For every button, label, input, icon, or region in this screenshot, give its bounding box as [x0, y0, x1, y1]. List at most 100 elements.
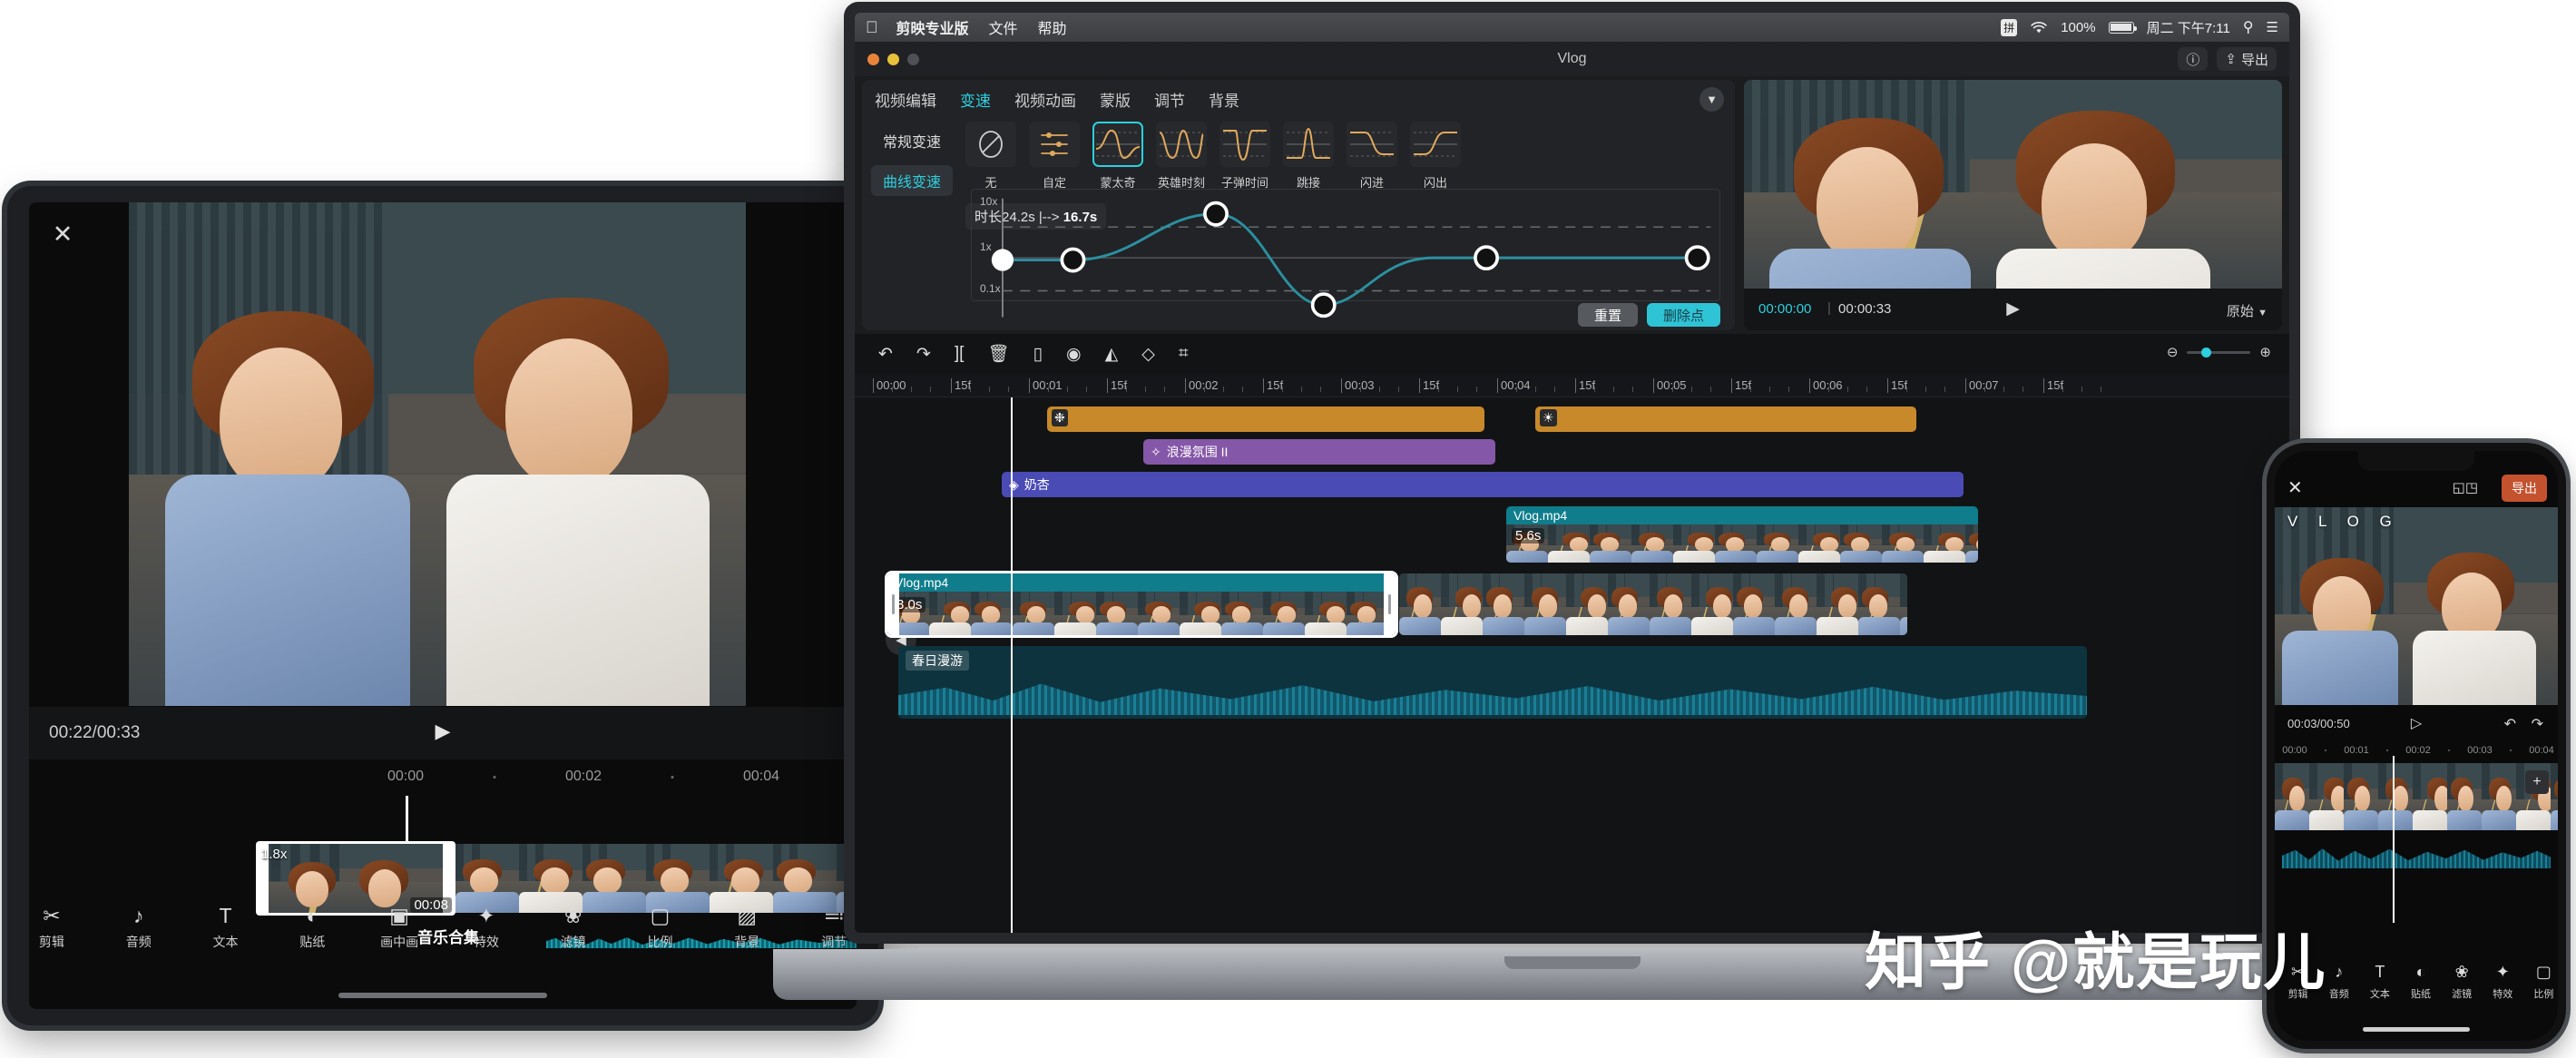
timeline-ruler[interactable]: 00:00 15f 00:01 15f 00:02 15f 00:03 15f 00:04 15f… [855, 374, 2289, 397]
panel-tab-1[interactable]: 变速 [960, 88, 991, 111]
ipad-tool-music-note[interactable]: ♪ 音频 [116, 902, 162, 978]
reset-button[interactable]: 重置 [1577, 303, 1638, 327]
ipad-timeline[interactable]: 00:0000:0200:0400:06 1.8x 00:08 [29, 759, 857, 948]
filter-clip[interactable]: ◈ 奶杏 [1002, 472, 1964, 497]
panel-tab-3[interactable]: 蒙版 [1100, 88, 1131, 111]
speed-mode-1[interactable]: 曲线变速 [871, 165, 953, 196]
speed-preset-4[interactable]: 子弹时间 [1219, 122, 1270, 191]
ipad-tool-text[interactable]: T 文本 [203, 902, 249, 978]
timeline-tracks[interactable]: ◀ ❉ ☀ ✧ 浪漫氛围 II ◈ 奶杏 Vlog.mp4 5.6s Vlog.… [855, 397, 2289, 933]
ipad-tool-ratio[interactable]: ▢ 比例 [638, 902, 683, 978]
speed-preset-0[interactable]: 无 [965, 122, 1016, 191]
redo-icon[interactable]: ↷ [916, 344, 931, 365]
speed-preset-7[interactable]: 闪出 [1410, 122, 1461, 191]
speed-preset-list[interactable]: 无自定 蒙太奇 英雄时刻 子弹时间 跳接 闪进 闪出 [965, 122, 1722, 191]
undo-icon[interactable]: ↶ [878, 344, 893, 365]
iphone-tool-effect[interactable]: ✦ 特效 [2489, 961, 2517, 1010]
timeline-zoom-control[interactable]: ⊖ ⊕ [2167, 344, 2271, 360]
audio-clip[interactable]: 春日漫游 [898, 646, 2087, 719]
play-icon[interactable]: ▶ [436, 720, 451, 743]
quality-selector[interactable]: 原始 ▼ [2227, 301, 2267, 320]
ipad-tool-pip[interactable]: ▣ 画中画 [377, 902, 422, 978]
video-clip-upper[interactable]: Vlog.mp4 5.6s [1506, 506, 1978, 563]
ipad-close-icon[interactable]: ✕ [47, 219, 78, 250]
play-icon[interactable]: ▷ [2411, 714, 2422, 732]
ipad-tool-sticker[interactable]: ◐ 贴纸 [289, 902, 335, 978]
crop-icon[interactable]: ⌗ [1179, 344, 1189, 364]
timeline-toolbar[interactable]: ↶ ↷ ][ 🗑 ▯ ◉ ◭ ◇ ⌗ [855, 334, 2289, 374]
control-center-icon[interactable]: ☰ [2267, 19, 2278, 35]
export-button[interactable]: ⇪ 导出 [2217, 47, 2277, 71]
sticker-clip-1[interactable]: ❉ [1047, 407, 1484, 432]
iphone-tool-ratio[interactable]: ▢ 比例 [2530, 961, 2558, 1010]
speed-preset-5[interactable]: 跳接 [1283, 122, 1334, 191]
play-icon[interactable]: ▶ [2006, 299, 2020, 319]
iphone-preview-video[interactable]: V L O G [2275, 507, 2558, 705]
trim-handle-left[interactable] [887, 573, 899, 635]
zoom-slider[interactable] [2187, 347, 2251, 358]
speed-preset-2[interactable]: 蒙太奇 [1092, 122, 1143, 191]
menu-file[interactable]: 文件 [989, 16, 1018, 38]
speed-preset-3[interactable]: 英雄时刻 [1156, 122, 1207, 191]
mac-menubar[interactable]:  剪映专业版 文件 帮助 拼 100% 周二 下午7:11 [855, 13, 2289, 42]
ime-indicator-icon[interactable]: 拼 [2001, 18, 2018, 36]
preview-icon[interactable]: ◉ [1066, 344, 1082, 365]
ipad-tool-effect[interactable]: ✦ 特效 [464, 902, 509, 978]
playhead[interactable] [1011, 397, 1013, 933]
preview-video[interactable] [1744, 80, 2282, 289]
speed-preset-6[interactable]: 闪进 [1347, 122, 1397, 191]
search-icon[interactable]: ⚲ [2243, 18, 2254, 36]
video-clip-after-selection[interactable] [1399, 573, 1907, 635]
iphone-tool-filter[interactable]: ❀ 滤镜 [2448, 961, 2476, 1010]
window-traffic-lights[interactable] [867, 54, 919, 65]
wifi-icon[interactable] [2030, 21, 2048, 34]
mirror-icon[interactable]: ◭ [1105, 344, 1119, 365]
ipad-tool-scissors[interactable]: ✂ 剪辑 [29, 902, 74, 978]
effect-clip[interactable]: ✧ 浪漫氛围 II [1143, 439, 1495, 465]
sticker-clip-2[interactable]: ☀ [1535, 407, 1916, 432]
chevron-down-icon[interactable]: ▼ [1699, 87, 1724, 112]
zoom-in-icon[interactable]: ⊕ [2259, 344, 2271, 360]
ipad-toolbar[interactable]: ✂ 剪辑 ♪ 音频 T 文本 ◐ 贴纸 ▣ 画中画 ✦ 特效 ❀ 滤镜 ▢ 比例 ▨ 背景 ≕ 调节 [29, 902, 857, 978]
zoom-out-icon[interactable]: ⊖ [2167, 344, 2179, 360]
iphone-audio-track[interactable] [2275, 836, 2558, 876]
split-icon[interactable]: ][ [955, 344, 965, 364]
ipad-playhead[interactable] [406, 796, 408, 847]
delete-icon[interactable]: 🗑 [987, 343, 1009, 365]
iphone-export-button[interactable]: 导出 [2502, 475, 2547, 502]
speed-curve-editor[interactable]: 10x 1x 0.1x [971, 189, 1720, 318]
minimize-window-button[interactable] [887, 54, 899, 65]
menu-app-name[interactable]: 剪映专业版 [896, 16, 969, 38]
ipad-preview-video[interactable] [129, 202, 746, 706]
iphone-tool-sticker[interactable]: ◐ 贴纸 [2406, 961, 2434, 1010]
panel-sidebar[interactable]: 常规变速 曲线变速 [862, 118, 962, 330]
close-icon[interactable]: ✕ [2287, 476, 2303, 499]
panel-tab-4[interactable]: 调节 [1154, 88, 1185, 111]
panel-tab-0[interactable]: 视频编辑 [875, 88, 936, 111]
speed-preset-1[interactable]: 自定 [1029, 122, 1080, 191]
zoom-slider-knob[interactable] [2201, 347, 2212, 358]
freeze-frame-icon[interactable]: ▯ [1033, 344, 1043, 365]
ipad-tool-filter[interactable]: ❀ 滤镜 [551, 902, 596, 978]
ipad-tool-background[interactable]: ▨ 背景 [724, 902, 769, 978]
fullscreen-icon[interactable]: ◱◳ [2453, 479, 2478, 495]
panel-tabs[interactable]: 视频编辑 变速 视频动画 蒙版 调节 背景 [862, 80, 1735, 118]
close-window-button[interactable] [867, 54, 879, 65]
panel-tab-2[interactable]: 视频动画 [1014, 88, 1076, 111]
iphone-video-track[interactable] [2275, 763, 2558, 830]
undo-icon[interactable]: ↶ [2504, 715, 2516, 733]
add-clip-icon[interactable]: + [2525, 770, 2549, 794]
rotate-icon[interactable]: ◇ [1141, 344, 1155, 365]
apple-icon[interactable]:  [866, 18, 878, 37]
trim-handle-right[interactable] [1384, 573, 1396, 635]
video-clip-selected[interactable]: Vlog.mp4 3.0s [887, 573, 1396, 635]
speed-mode-0[interactable]: 常规变速 [871, 125, 953, 156]
iphone-tool-text[interactable]: T 文本 [2365, 961, 2394, 1010]
iphone-tool-music-note[interactable]: ♪ 音频 [2325, 961, 2353, 1010]
iphone-playhead[interactable] [2393, 756, 2395, 923]
zoom-window-button[interactable] [907, 54, 919, 65]
delete-point-button[interactable]: 删除点 [1646, 303, 1720, 327]
help-button[interactable]: ⓘ [2178, 47, 2209, 71]
menu-help[interactable]: 帮助 [1038, 16, 1067, 38]
curve-actions[interactable]: 重置 删除点 [1577, 303, 1720, 327]
